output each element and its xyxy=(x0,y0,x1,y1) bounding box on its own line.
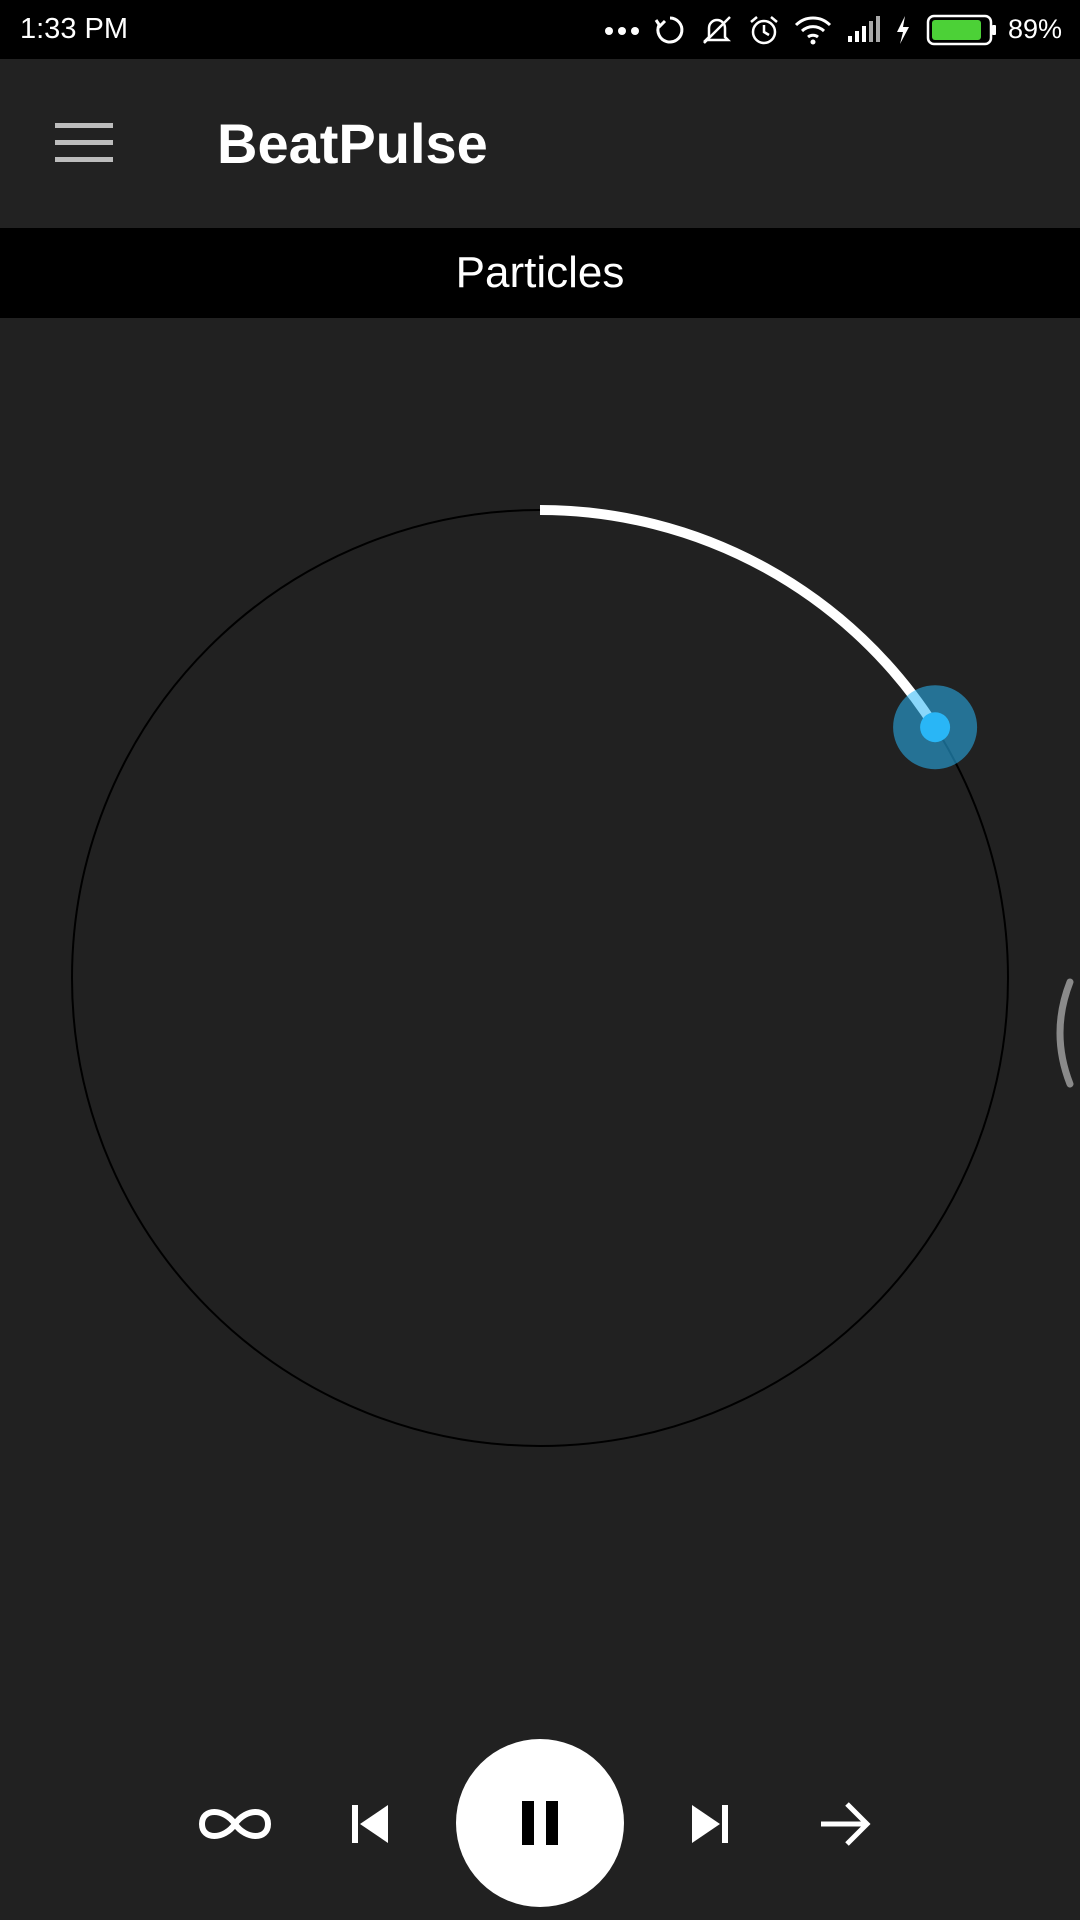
wifi-icon xyxy=(794,15,832,44)
skip-previous-icon xyxy=(352,1805,388,1843)
hamburger-menu-icon xyxy=(55,123,113,162)
signal-icon xyxy=(847,15,880,42)
repeat-button[interactable] xyxy=(190,1779,280,1869)
mute-notification-icon xyxy=(702,15,731,44)
pause-icon xyxy=(522,1801,558,1845)
play-pause-button[interactable] xyxy=(456,1739,624,1907)
seek-thumb[interactable] xyxy=(920,712,951,743)
next-button[interactable] xyxy=(670,1779,750,1869)
forward-button[interactable] xyxy=(800,1779,890,1869)
infinity-icon xyxy=(198,1809,272,1839)
app-title: BeatPulse xyxy=(217,112,488,175)
app-bar: BeatPulse xyxy=(0,59,1080,228)
skip-next-icon xyxy=(692,1805,728,1843)
status-time: 1:33 PM xyxy=(20,13,128,45)
battery-percentage: 89% xyxy=(1007,14,1062,44)
visualizer-selector[interactable]: Particles xyxy=(0,228,1080,318)
arrow-right-icon xyxy=(821,1802,871,1846)
sync-icon xyxy=(654,16,684,43)
visualizer-name: Particles xyxy=(455,248,625,297)
battery-icon xyxy=(926,14,996,45)
alarm-icon xyxy=(750,15,778,44)
more-dots-icon xyxy=(604,26,639,35)
side-drawer-handle[interactable] xyxy=(1048,978,1080,1088)
circular-seek-area xyxy=(0,318,1080,1718)
status-bar: 1:33 PM 89% xyxy=(0,0,1080,59)
charging-icon xyxy=(896,15,909,44)
playback-controls xyxy=(0,1735,1080,1920)
circular-seekbar[interactable] xyxy=(0,318,1080,1718)
previous-button[interactable] xyxy=(330,1779,410,1869)
menu-button[interactable] xyxy=(36,103,132,183)
seek-progress-arc xyxy=(539,505,940,730)
status-icons: 89% xyxy=(590,0,1062,59)
